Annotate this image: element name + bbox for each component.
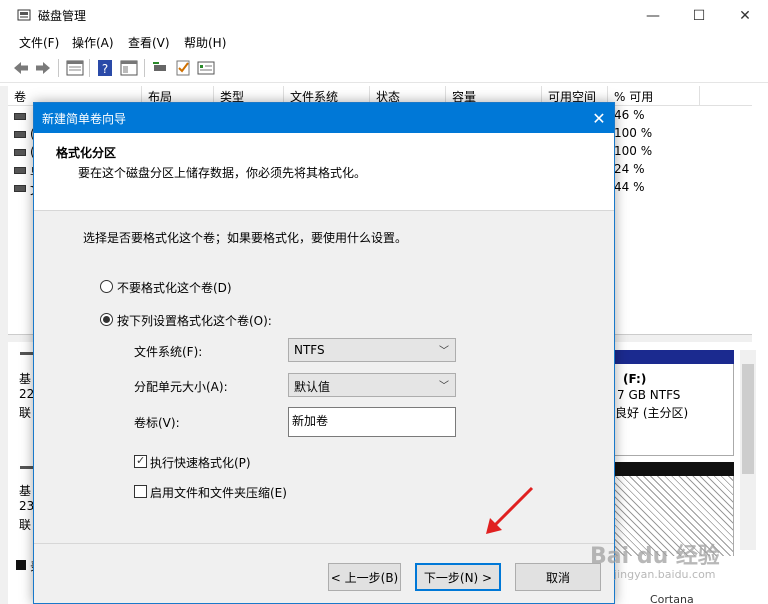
- rescan-disks-icon[interactable]: [151, 59, 169, 77]
- dialog-title: 新建简单卷向导: [42, 112, 127, 126]
- toolbar: ?: [0, 53, 768, 83]
- volume-label-input[interactable]: 新加卷: [288, 407, 456, 437]
- partition-letter: (F:): [623, 372, 647, 386]
- dialog-close-button[interactable]: ✕: [584, 103, 614, 133]
- filesystem-value: NTFS: [294, 343, 325, 357]
- percent-free: 100 %: [614, 126, 653, 140]
- partition-status: 良好 (主分区): [615, 406, 689, 420]
- disk1-type: 基: [19, 484, 32, 498]
- menu-help[interactable]: 帮助(H): [184, 34, 226, 51]
- no-format-radio[interactable]: [100, 280, 113, 293]
- disk0-size: 22: [19, 387, 35, 401]
- menu-view[interactable]: 查看(V): [128, 34, 170, 51]
- filesystem-select[interactable]: NTFS ﹀: [288, 338, 456, 362]
- minimize-button[interactable]: —: [630, 0, 676, 31]
- partition-f-bar: [612, 350, 734, 364]
- close-button[interactable]: ✕: [722, 0, 768, 31]
- back-arrow-icon[interactable]: [12, 59, 30, 77]
- check-icon: ✓: [136, 454, 146, 467]
- dialog-header: 格式化分区 要在这个磁盘分区上储存数据，你必须先将其格式化。: [34, 133, 614, 211]
- forward-arrow-icon[interactable]: [34, 59, 52, 77]
- menu-bar: 文件(F) 操作(A) 查看(V) 帮助(H): [0, 31, 768, 53]
- window-title: 磁盘管理: [38, 9, 87, 23]
- partition-size: 7 GB NTFS: [617, 388, 681, 402]
- volume-icon: [14, 185, 26, 192]
- legend-unallocated-swatch: [16, 560, 26, 570]
- cortana-label[interactable]: Cortana: [650, 593, 694, 604]
- chevron-down-icon: ﹀: [439, 381, 449, 392]
- percent-free: 44 %: [614, 180, 645, 194]
- properties-icon[interactable]: [120, 59, 138, 77]
- toolbar-separator: [58, 59, 59, 77]
- menu-action[interactable]: 操作(A): [72, 34, 114, 51]
- unallocated-bar: [612, 462, 734, 476]
- quick-format-checkbox[interactable]: ✓: [134, 454, 147, 468]
- compression-label[interactable]: 启用文件和文件夹压缩(E): [150, 484, 287, 501]
- partition-f[interactable]: (F:) 7 GB NTFS 良好 (主分区): [612, 364, 734, 456]
- svg-text:?: ?: [102, 62, 108, 76]
- menu-file[interactable]: 文件(F): [19, 34, 59, 51]
- volume-icon: [14, 167, 26, 174]
- no-format-label[interactable]: 不要格式化这个卷(D): [117, 279, 232, 296]
- scrollbar-thumb[interactable]: [742, 364, 754, 474]
- disk-list-icon[interactable]: [66, 59, 84, 77]
- chevron-down-icon: ﹀: [439, 346, 449, 357]
- disk-management-icon: [17, 9, 31, 21]
- disk1-size: 23: [19, 499, 35, 513]
- footer-divider: [34, 543, 614, 544]
- volume-icon: [14, 113, 26, 120]
- watermark-brand: Bai du 经验: [590, 544, 720, 569]
- allocation-unit-label: 分配单元大小(A):: [134, 380, 228, 394]
- volume-icon: [14, 149, 26, 156]
- disk-icon: [20, 466, 34, 469]
- next-button[interactable]: 下一步(N) >: [415, 563, 501, 591]
- percent-free: 24 %: [614, 162, 645, 176]
- quick-format-label[interactable]: 执行快速格式化(P): [150, 454, 251, 471]
- column-header-percent-free[interactable]: % 可用: [608, 86, 700, 106]
- settings-panel-icon[interactable]: [197, 59, 215, 77]
- filesystem-label: 文件系统(F):: [134, 345, 203, 359]
- maximize-button[interactable]: ☐: [676, 0, 722, 31]
- format-label[interactable]: 按下列设置格式化这个卷(O):: [117, 312, 272, 329]
- watermark-url: jingyan.baidu.com: [614, 568, 716, 581]
- cancel-button[interactable]: 取消: [515, 563, 601, 591]
- back-button[interactable]: < 上一步(B): [328, 563, 401, 591]
- volume-label-value: 新加卷: [292, 414, 329, 428]
- allocation-unit-value: 默认值: [294, 380, 331, 394]
- left-edge: [0, 86, 8, 604]
- toolbar-separator: [89, 59, 90, 77]
- window-titlebar: 磁盘管理 — ☐ ✕: [0, 0, 768, 31]
- volume-label-label: 卷标(V):: [134, 416, 180, 430]
- step-description: 要在这个磁盘分区上储存数据，你必须先将其格式化。: [78, 166, 367, 180]
- disk1-status: 联: [19, 518, 32, 532]
- disk0-type: 基: [19, 372, 32, 386]
- dialog-titlebar: 新建简单卷向导 ✕: [34, 103, 614, 133]
- annotation-arrow-icon: [480, 484, 536, 543]
- volume-icon: [14, 131, 26, 138]
- percent-free: 46 %: [614, 108, 645, 122]
- toolbar-separator: [144, 59, 145, 77]
- checklist-icon[interactable]: [174, 59, 192, 77]
- disk-icon: [20, 352, 34, 355]
- format-radio[interactable]: [100, 313, 113, 326]
- format-prompt: 选择是否要格式化这个卷；如果要格式化，要使用什么设置。: [83, 231, 408, 245]
- compression-checkbox[interactable]: [134, 485, 147, 498]
- allocation-unit-select[interactable]: 默认值 ﹀: [288, 373, 456, 397]
- step-title: 格式化分区: [56, 146, 117, 160]
- percent-free: 100 %: [614, 144, 653, 158]
- help-icon[interactable]: ?: [96, 59, 114, 77]
- disk0-status: 联: [19, 406, 32, 420]
